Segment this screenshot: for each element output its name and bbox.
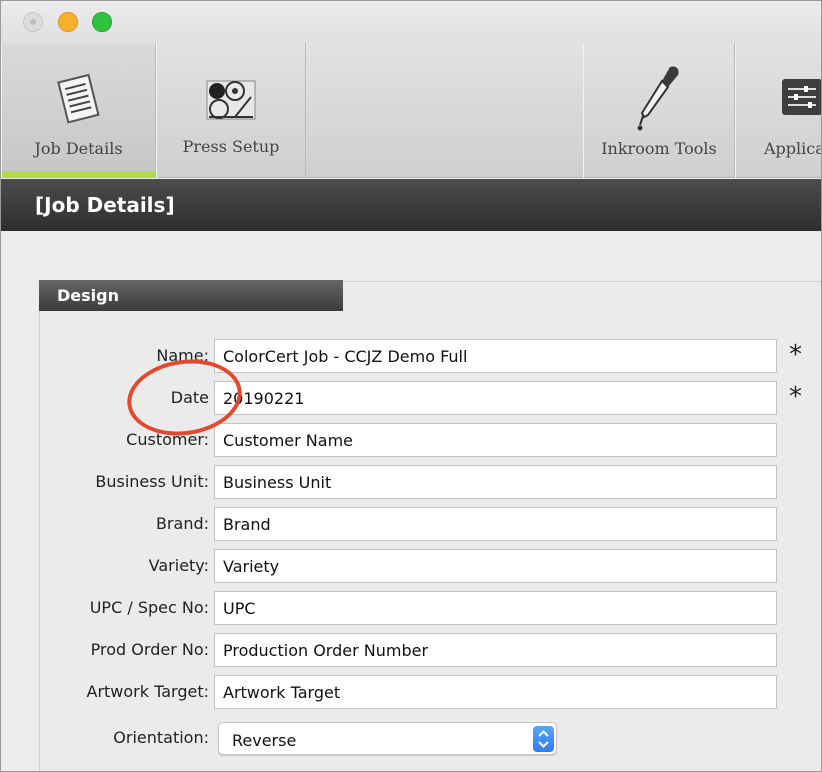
tab-label: Job Details (34, 139, 123, 158)
artwork-target-field[interactable]: Artwork Target (214, 675, 777, 709)
tab-label: Applica (764, 139, 822, 158)
sliders-icon (780, 77, 821, 122)
select-value: Reverse (232, 731, 297, 750)
tab-job-details[interactable]: Job Details (1, 43, 156, 178)
form-row-date: Date 20190221 * (1, 381, 821, 415)
field-label: Brand: (155, 514, 209, 533)
field-value: ColorCert Job - CCJZ Demo Full (223, 347, 468, 366)
close-window-button[interactable] (23, 12, 43, 32)
page-title: [Job Details] (35, 193, 175, 217)
field-label: Business Unit: (95, 472, 209, 491)
field-label: Name: (156, 346, 209, 365)
field-label: Orientation: (113, 728, 209, 747)
chevron-up-down-icon[interactable] (533, 726, 554, 752)
form-row-prod-order: Prod Order No: Production Order Number (1, 633, 821, 667)
customer-field[interactable]: Customer Name (214, 423, 777, 457)
active-tab-indicator (2, 171, 155, 178)
field-value: Variety (223, 557, 280, 576)
prod-order-field[interactable]: Production Order Number (214, 633, 777, 667)
form-row-customer: Customer: Customer Name (1, 423, 821, 457)
name-field[interactable]: ColorCert Job - CCJZ Demo Full (214, 339, 777, 373)
date-field[interactable]: 20190221 (214, 381, 777, 415)
tab-label: Press Setup (182, 137, 280, 156)
brand-field[interactable]: Brand (214, 507, 777, 541)
field-label: Variety: (148, 556, 209, 575)
form-row-name: Name: ColorCert Job - CCJZ Demo Full * (1, 339, 821, 373)
tab-applications[interactable]: Applica (735, 43, 822, 178)
field-label: UPC / Spec No: (89, 598, 209, 617)
toolbar: Job Details Press Setup Inkroom Tools Ap… (1, 43, 822, 178)
field-value: Production Order Number (223, 641, 429, 660)
field-value: UPC (223, 599, 256, 618)
required-asterisk: * (789, 382, 802, 412)
design-group-title: Design (57, 286, 119, 305)
variety-field[interactable]: Variety (214, 549, 777, 583)
field-value: 20190221 (223, 389, 305, 408)
form-row-brand: Brand: Brand (1, 507, 821, 541)
field-value: Brand (223, 515, 271, 534)
form-row-orientation: Orientation: Reverse (1, 722, 821, 756)
minimize-window-button[interactable] (58, 12, 78, 32)
form-row-upc: UPC / Spec No: UPC (1, 591, 821, 625)
tab-press-setup[interactable]: Press Setup (156, 43, 306, 178)
orientation-select[interactable]: Reverse (218, 722, 557, 755)
form-row-artwork-target: Artwork Target: Artwork Target (1, 675, 821, 709)
document-list-icon (54, 73, 104, 130)
dropper-pen-icon (636, 63, 682, 138)
title-bar (1, 1, 821, 43)
press-rollers-icon (205, 77, 257, 128)
field-label: Artwork Target: (86, 682, 210, 701)
field-label: Customer: (126, 430, 209, 449)
tab-label: Inkroom Tools (601, 139, 717, 158)
form-row-variety: Variety: Variety (1, 549, 821, 583)
required-asterisk: * (789, 340, 802, 370)
business-unit-field[interactable]: Business Unit (214, 465, 777, 499)
tab-inkroom-tools[interactable]: Inkroom Tools (583, 43, 735, 178)
field-value: Business Unit (223, 473, 332, 492)
page-header: [Job Details] (1, 179, 821, 231)
field-label: Prod Order No: (90, 640, 209, 659)
field-value: Artwork Target (223, 683, 341, 702)
zoom-window-button[interactable] (92, 12, 112, 32)
field-value: Customer Name (223, 431, 354, 450)
design-group-header: Design (39, 280, 343, 311)
field-label: Date (170, 388, 209, 407)
upc-field[interactable]: UPC (214, 591, 777, 625)
form-row-business-unit: Business Unit: Business Unit (1, 465, 821, 499)
app-window: Job Details Press Setup Inkroom Tools Ap… (0, 0, 822, 772)
